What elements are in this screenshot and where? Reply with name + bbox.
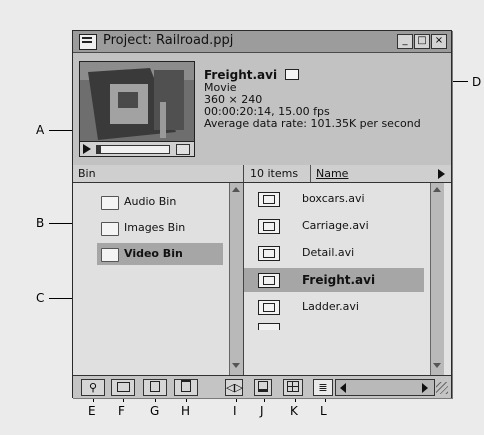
- name-column-header[interactable]: Name: [316, 165, 348, 182]
- filmstrip-icon: [284, 69, 299, 80]
- bin-item-label: Audio Bin: [124, 195, 177, 208]
- bin-list: Audio Bin Images Bin Video Bin: [73, 183, 244, 375]
- title-bar[interactable]: Project: Railroad.ppj _ □ ×: [73, 31, 451, 53]
- folder-icon: [101, 196, 119, 210]
- folder-icon: [116, 382, 130, 392]
- poster-frame-icon[interactable]: [176, 144, 190, 155]
- folder-icon: [101, 222, 119, 236]
- file-item-label: Ladder.avi: [302, 300, 359, 313]
- clip-data-rate: Average data rate: 101.35K per second: [204, 117, 421, 130]
- maximize-button[interactable]: □: [414, 34, 430, 49]
- scroll-right-icon[interactable]: [422, 383, 428, 393]
- callout-a: A: [36, 123, 45, 137]
- callout-e: E: [88, 404, 96, 418]
- bin-item-images[interactable]: Images Bin: [97, 217, 223, 239]
- bottom-toolbar: ⚲ ◁▷ ≣: [73, 375, 451, 398]
- callout-h: H: [181, 404, 191, 418]
- callout-b: B: [36, 216, 45, 230]
- file-item-boxcars[interactable]: boxcars.avi: [244, 187, 424, 211]
- bin-item-label: Images Bin: [124, 221, 186, 234]
- icon-view-icon: [287, 381, 299, 392]
- filmstrip-icon: [258, 246, 280, 261]
- resize-divider-button[interactable]: ◁▷: [225, 379, 243, 396]
- clip-name: Freight.avi: [204, 68, 278, 82]
- bin-item-audio[interactable]: Audio Bin: [97, 191, 223, 213]
- filmstrip-icon: [258, 273, 280, 288]
- divider-arrows-icon: ◁▷: [226, 381, 243, 394]
- new-bin-button[interactable]: [111, 379, 135, 396]
- file-list: boxcars.avi Carriage.avi Detail.avi Frei…: [244, 183, 451, 375]
- file-item-detail[interactable]: Detail.avi: [244, 241, 424, 265]
- list-view-button[interactable]: ≣: [313, 379, 333, 396]
- preview-thumbnail[interactable]: [79, 61, 195, 143]
- file-item-label: Freight.avi: [302, 273, 376, 287]
- callout-c: C: [36, 291, 45, 305]
- clip-info: Freight.avi Movie 360 × 240 00:00:20:14,…: [204, 69, 421, 130]
- thumbnail-view-button[interactable]: [254, 379, 272, 396]
- list-view-icon: ≣: [318, 381, 328, 394]
- callout-k: K: [290, 404, 298, 418]
- window-title: Project: Railroad.ppj: [103, 33, 234, 48]
- thumbnail-image: [80, 62, 194, 142]
- item-count: 10 items: [250, 167, 299, 180]
- file-item-carriage[interactable]: Carriage.avi: [244, 214, 424, 238]
- new-item-icon: [150, 381, 160, 392]
- filmstrip-icon: [258, 300, 280, 315]
- preview-slider[interactable]: [96, 145, 170, 154]
- file-item-label: Detail.avi: [302, 246, 355, 259]
- callout-i: I: [233, 404, 237, 418]
- bin-header-label: Bin: [78, 167, 96, 180]
- project-window: Project: Railroad.ppj _ □ × Freight.avi …: [72, 30, 452, 398]
- icon-view-button[interactable]: [283, 379, 303, 396]
- callout-f: F: [118, 404, 125, 418]
- preview-area: Freight.avi Movie 360 × 240 00:00:20:14,…: [73, 53, 451, 166]
- partial-filmstrip-icon: [258, 323, 280, 330]
- thumbnail-view-icon: [258, 381, 268, 392]
- folder-icon: [101, 248, 119, 262]
- bin-scrollbar[interactable]: [229, 183, 243, 375]
- file-item-label: boxcars.avi: [302, 192, 365, 205]
- filmstrip-icon: [258, 219, 280, 234]
- column-arrow-icon[interactable]: [438, 169, 445, 179]
- resize-grip-icon[interactable]: [436, 382, 448, 394]
- file-item-label: Carriage.avi: [302, 219, 369, 232]
- binoculars-icon: ⚲: [88, 381, 98, 394]
- horizontal-scrollbar[interactable]: [335, 379, 435, 396]
- scroll-left-icon[interactable]: [340, 383, 346, 393]
- preview-controls: [79, 141, 195, 157]
- delete-button[interactable]: [174, 379, 198, 396]
- file-header: 10 items Name: [244, 165, 451, 183]
- bin-item-label: Video Bin: [124, 247, 183, 260]
- find-button[interactable]: ⚲: [81, 379, 105, 396]
- filmstrip-icon: [258, 192, 280, 207]
- callout-g: G: [150, 404, 160, 418]
- play-icon[interactable]: [83, 144, 91, 154]
- trash-icon: [181, 380, 191, 392]
- file-item-ladder[interactable]: Ladder.avi: [244, 295, 424, 319]
- close-button[interactable]: ×: [431, 34, 447, 49]
- minimize-button[interactable]: _: [397, 34, 413, 49]
- bin-header: Bin: [73, 165, 244, 183]
- new-item-button[interactable]: [143, 379, 167, 396]
- bin-item-video[interactable]: Video Bin: [97, 243, 223, 265]
- callout-l: L: [320, 404, 327, 418]
- project-icon: [79, 34, 97, 50]
- file-item-freight[interactable]: Freight.avi: [244, 268, 424, 292]
- callout-j: J: [260, 404, 264, 418]
- callout-d: D: [472, 75, 482, 89]
- file-scrollbar[interactable]: [430, 183, 444, 375]
